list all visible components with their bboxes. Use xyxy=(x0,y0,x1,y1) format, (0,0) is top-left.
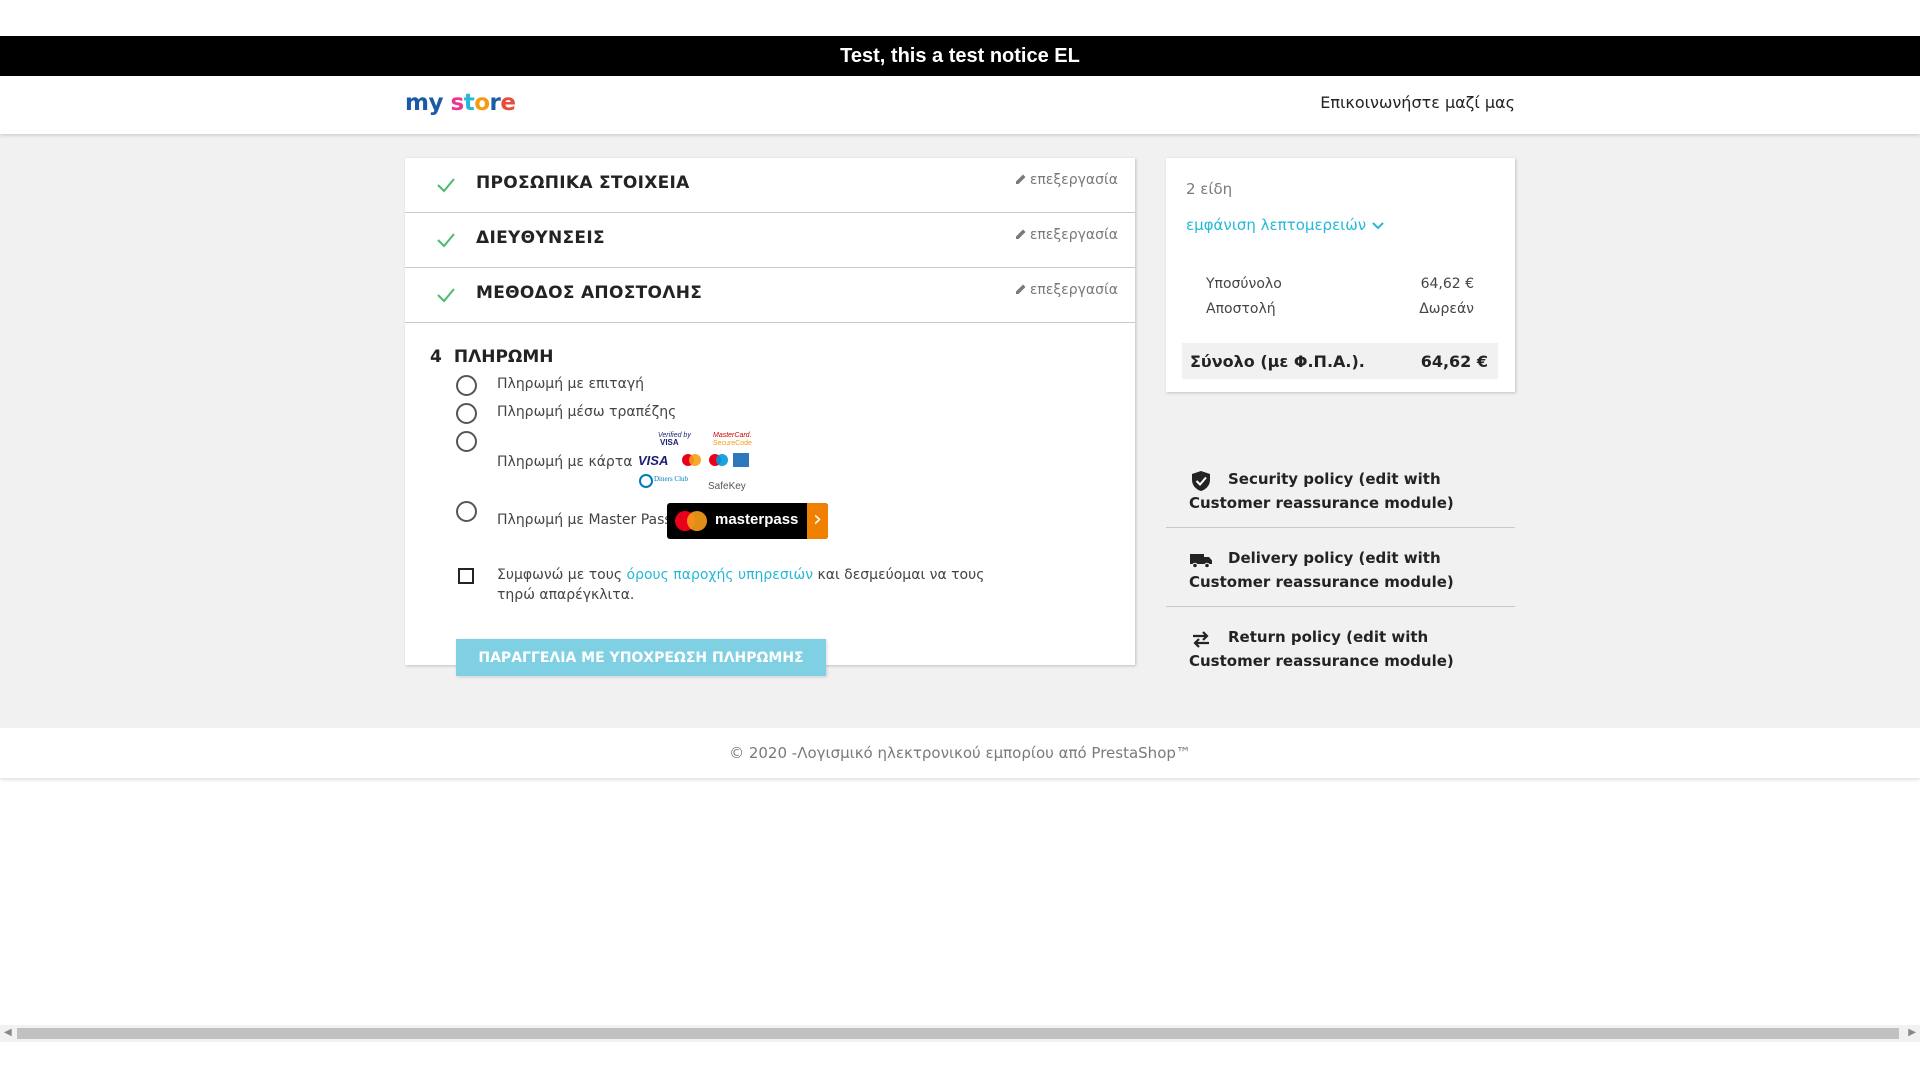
safekey-text: SafeKey xyxy=(708,481,746,491)
site-footer: © 2020 -Λογισμικό ηλεκτρονικού εμπορίου … xyxy=(0,728,1920,778)
place-order-button[interactable]: ΠΑΡΑΓΓΕΛΙΑ ΜΕ ΥΠΟΧΡΕΩΣΗ ΠΛΗΡΩΜΗΣ xyxy=(456,639,826,676)
reassurance-text: Return policy (edit with Customer reassu… xyxy=(1189,628,1454,670)
reassurance-item: Delivery policy (edit with Customer reas… xyxy=(1166,528,1515,607)
reassurance-text: Delivery policy (edit with Customer reas… xyxy=(1189,549,1454,591)
reassurance-item: Return policy (edit with Customer reassu… xyxy=(1166,607,1515,685)
payment-option-radio-card[interactable] xyxy=(456,431,477,452)
subtotal-line: Υποσύνολο 64,62 € xyxy=(1206,276,1474,292)
step-personal-info[interactable]: ΠΡΟΣΩΠΙΚΑ ΣΤΟΙΧΕΙΑ επεξεργασία xyxy=(405,158,1135,213)
card-logos-image: Verified by VISA MasterCard. SecureCode … xyxy=(638,432,752,491)
shipping-line: Αποστολή Δωρεάν xyxy=(1206,301,1474,317)
top-blank-area xyxy=(0,0,1920,36)
terms-link[interactable]: όρους παροχής υπηρεσιών xyxy=(627,567,814,583)
securecode-text: SecureCode xyxy=(713,440,752,447)
payment-title: 4 ΠΛΗΡΩΜΗ xyxy=(430,347,554,367)
step-payment: 4 ΠΛΗΡΩΜΗ Πληρωμή με επιταγή Πληρωμή μέσω… xyxy=(405,323,1135,676)
payment-option-radio-masterpass[interactable] xyxy=(456,501,477,522)
step-number: 4 xyxy=(430,347,442,367)
step-addresses[interactable]: ΔΙΕΥΘΥΝΣΕΙΣ επεξεργασία xyxy=(405,213,1135,268)
chevron-right-icon: › xyxy=(807,503,828,539)
total-line: Σύνολο (με Φ.Π.Α.). 64,62 € xyxy=(1182,343,1498,379)
pencil-icon xyxy=(1015,229,1026,239)
payment-option-label[interactable]: Πληρωμή με επιταγή xyxy=(497,376,644,392)
logo-letter: e xyxy=(500,90,516,116)
site-header: my store Επικοινωνήστε μαζί μας xyxy=(0,76,1920,134)
subtotal-label: Υποσύνολο xyxy=(1206,276,1282,292)
notice-text: Test, this a test notice EL xyxy=(840,44,1080,67)
terms-before: Συμφωνώ με τους xyxy=(497,567,627,583)
visa-small-text: VISA xyxy=(660,438,679,447)
logo-letter: o xyxy=(474,90,490,116)
diners-text: Diners Club xyxy=(654,475,689,483)
subtotal-value: 64,62 € xyxy=(1420,276,1474,292)
show-details-toggle[interactable]: εμφάνιση λεπτομερειών xyxy=(1186,216,1384,234)
check-icon xyxy=(437,233,455,248)
checkout-main: ΠΡΟΣΩΠΙΚΑ ΣΤΟΙΧΕΙΑ επεξεργασία ΔΙΕΥΘΥΝΣΕ… xyxy=(0,134,1920,728)
pencil-icon xyxy=(1015,284,1026,294)
payment-title-text: ΠΛΗΡΩΜΗ xyxy=(453,347,554,367)
contact-link[interactable]: Επικοινωνήστε μαζί μας xyxy=(1320,93,1515,112)
scroll-left-arrow-icon[interactable]: ◀ xyxy=(4,1027,12,1038)
edit-label: επεξεργασία xyxy=(1029,227,1118,243)
horizontal-scrollbar[interactable]: ◀ ▶ xyxy=(0,1025,1920,1042)
payment-option-label[interactable]: Πληρωμή με κάρτα xyxy=(497,454,632,470)
edit-link[interactable]: επεξεργασία xyxy=(1015,172,1118,188)
step-title: ΠΡΟΣΩΠΙΚΑ ΣΤΟΙΧΕΙΑ xyxy=(476,173,690,193)
cart-summary: 2 είδη εμφάνιση λεπτομερειών Υποσύνολο 6… xyxy=(1166,158,1515,392)
payment-option-radio-bank[interactable] xyxy=(456,403,477,424)
chevron-down-icon xyxy=(1372,222,1384,230)
shipping-value: Δωρεάν xyxy=(1419,301,1474,317)
show-details-label: εμφάνιση λεπτομερειών xyxy=(1186,216,1367,234)
check-icon xyxy=(437,178,455,193)
payment-option-label[interactable]: Πληρωμή με Master Pass xyxy=(497,512,672,528)
reassurance-item: Security policy (edit with Customer reas… xyxy=(1166,449,1515,528)
masterpass-button[interactable]: masterpass › xyxy=(667,503,828,539)
mastercard-text: MasterCard. xyxy=(713,432,752,439)
visa-text: VISA xyxy=(638,453,668,468)
notice-banner: Test, this a test notice EL xyxy=(0,36,1920,76)
step-title: ΜΕΘΟΔΟΣ ΑΠΟΣΤΟΛΗΣ xyxy=(476,283,703,303)
mastercard-orange-circle-icon xyxy=(687,511,707,531)
shipping-label: Αποστολή xyxy=(1206,301,1276,317)
scroll-right-arrow-icon[interactable]: ▶ xyxy=(1908,1027,1916,1038)
store-logo[interactable]: my store xyxy=(405,90,516,116)
footer-text: © 2020 -Λογισμικό ηλεκτρονικού εμπορίου … xyxy=(729,744,1191,762)
reassurance-text: Security policy (edit with Customer reas… xyxy=(1189,470,1454,512)
logo-letter: s xyxy=(450,90,464,116)
step-title: ΔΙΕΥΘΥΝΣΕΙΣ xyxy=(476,228,605,248)
edit-link[interactable]: επεξεργασία xyxy=(1015,282,1118,298)
logo-letter: t xyxy=(463,90,475,116)
total-value: 64,62 € xyxy=(1420,352,1488,371)
edit-label: επεξεργασία xyxy=(1029,172,1118,188)
logo-letter: r xyxy=(489,90,501,116)
payment-option-radio-check[interactable] xyxy=(456,375,477,396)
step-shipping-method[interactable]: ΜΕΘΟΔΟΣ ΑΠΟΣΤΟΛΗΣ επεξεργασία xyxy=(405,268,1135,323)
payment-option-label[interactable]: Πληρωμή μέσω τραπέζης xyxy=(497,404,676,420)
logo-my: my xyxy=(405,90,443,116)
items-count: 2 είδη xyxy=(1186,180,1233,198)
checkout-steps: ΠΡΟΣΩΠΙΚΑ ΣΤΟΙΧΕΙΑ επεξεργασία ΔΙΕΥΘΥΝΣΕ… xyxy=(405,158,1135,676)
edit-link[interactable]: επεξεργασία xyxy=(1015,227,1118,243)
reassurance-block: Security policy (edit with Customer reas… xyxy=(1166,449,1515,685)
scrollbar-thumb[interactable] xyxy=(17,1028,1899,1039)
total-label: Σύνολο (με Φ.Π.Α.). xyxy=(1190,352,1365,371)
check-icon xyxy=(437,288,455,303)
terms-checkbox[interactable] xyxy=(458,568,474,584)
edit-label: επεξεργασία xyxy=(1029,282,1118,298)
pencil-icon xyxy=(1015,174,1026,184)
masterpass-label: masterpass xyxy=(715,511,799,528)
terms-text: Συμφωνώ με τους όρους παροχής υπηρεσιών … xyxy=(497,565,997,605)
